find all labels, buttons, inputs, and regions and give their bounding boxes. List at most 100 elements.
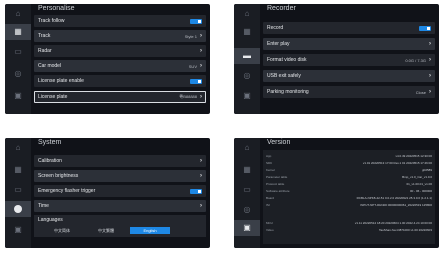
format-disk-row[interactable]: Format video disk 0.0G / 7.3G › [263, 54, 435, 66]
row-label: Time [38, 203, 49, 209]
row-label: Track follow [38, 18, 65, 24]
version-row: Kernel gb6589 [266, 167, 432, 173]
version-key: SDK [266, 161, 273, 165]
sidebar-item-info[interactable]: ▣ [5, 88, 31, 104]
version-value: 00 - 06 - 000000 [409, 189, 432, 193]
language-option-traditional-chinese[interactable]: 中文繁體 [86, 227, 126, 234]
sidebar: ⌂ ▦ ▬ ◎ ▣ [234, 4, 260, 114]
row-label: Radar [38, 48, 52, 54]
row-label: Enter play [267, 41, 290, 47]
emergency-flasher-toggle[interactable] [190, 188, 202, 194]
sidebar-item-settings[interactable]: ● [5, 201, 31, 217]
version-value: RCBLA-NPK8-42-51 0.0.2.0 20220921 25.3.0… [356, 196, 432, 200]
chevron-right-icon: › [200, 173, 202, 179]
settings-icon: ◎ [243, 205, 251, 214]
version-value: v1.01 20220513 17:00 Rev.1 01 20220515 1… [362, 161, 432, 165]
row-value: 粤B88888 [179, 94, 197, 99]
info-icon: ▣ [14, 225, 22, 234]
usb-exit-row[interactable]: USB exit safely › [263, 70, 435, 82]
version-key: Kernel [266, 168, 275, 172]
sidebar: ⌂ ▦ ▭ ● ▣ [5, 138, 31, 248]
sidebar-item-home[interactable]: ⌂ [234, 6, 260, 22]
sidebar-item-camera[interactable]: ▬ [234, 48, 260, 64]
sidebar-item-home[interactable]: ⌂ [5, 140, 31, 156]
sidebar-item-info[interactable]: ▣ [5, 222, 31, 238]
version-value: Bmp_v1.0_Car_v1.0.0 [402, 175, 432, 179]
emergency-flasher-row[interactable]: Emergency flasher trigger [34, 185, 206, 197]
sidebar-item-display[interactable]: ▦ [5, 162, 31, 178]
sidebar-item-camera[interactable]: ▭ [5, 182, 31, 198]
enter-play-row[interactable]: Enter play › [263, 38, 435, 50]
display-icon: ▦ [243, 27, 251, 36]
row-label: Track [38, 33, 51, 39]
license-plate-enable-toggle[interactable] [190, 78, 202, 84]
version-value: gb6589 [421, 168, 432, 172]
sidebar: ⌂ ▦ ▭ ◎ ▣ [5, 4, 31, 114]
car-model-row[interactable]: Car model SUV › [34, 60, 206, 72]
version-value: TaoShan-hsv-D871000 v1.00 20220603 [378, 228, 432, 232]
chevron-right-icon: › [429, 89, 431, 95]
version-key: MCU [266, 221, 273, 225]
camera-icon: ▬ [243, 51, 251, 60]
version-row: Software attribute 00 - 06 - 000000 [266, 188, 432, 194]
chevron-right-icon: › [200, 63, 202, 69]
system-screen: ⌂ ▦ ▭ ● ▣ System Calibration › Screen br… [5, 138, 210, 248]
row-label: License plate [38, 94, 68, 100]
record-toggle[interactable] [419, 25, 431, 31]
sidebar-item-camera[interactable]: ▭ [234, 182, 260, 198]
screen-brightness-row[interactable]: Screen brightness › [34, 170, 206, 182]
sidebar-item-settings[interactable]: ◎ [234, 202, 260, 218]
row-label: Record [267, 25, 284, 31]
sidebar-item-camera[interactable]: ▭ [5, 44, 31, 60]
record-row[interactable]: Record [263, 22, 435, 34]
version-key: App [266, 154, 272, 158]
version-row: Video TaoShan-hsv-D871000 v1.00 20220603 [266, 227, 432, 233]
version-value: v1.11 20220512 18:20 20220604 1.00 2022.… [354, 221, 432, 225]
sidebar-item-home[interactable]: ⌂ [234, 140, 260, 156]
sidebar-item-display[interactable]: ▦ [234, 162, 260, 178]
license-plate-enable-row[interactable]: License plate enable [34, 75, 206, 87]
track-follow-toggle[interactable] [190, 18, 202, 24]
row-label: Calibration [38, 158, 62, 164]
personalise-screen: ⌂ ▦ ▭ ◎ ▣ Personalise Track follow Track… [5, 4, 210, 114]
display-icon: ▦ [14, 165, 22, 174]
parking-monitoring-row[interactable]: Parking monitoring Close › [263, 86, 435, 98]
calibration-row[interactable]: Calibration › [34, 155, 206, 167]
version-screen: ⌂ ▦ ▭ ◎ ▣ Version App v4.0.49 20220515 12… [234, 138, 439, 248]
language-option-simplified-chinese[interactable]: 中文简体 [42, 227, 82, 234]
time-row[interactable]: Time › [34, 200, 206, 212]
track-follow-row[interactable]: Track follow [34, 15, 206, 27]
track-row[interactable]: Track Style 1 › [34, 30, 206, 42]
sidebar-item-settings[interactable]: ◎ [234, 68, 260, 84]
radar-row[interactable]: Radar › [34, 45, 206, 57]
sidebar-item-info[interactable]: ▣ [234, 220, 260, 236]
info-icon: ▣ [243, 223, 251, 232]
sidebar-item-display[interactable]: ▦ [5, 24, 31, 40]
license-plate-row[interactable]: License plate 粤B88888 › [34, 91, 206, 103]
version-key: Board [266, 196, 275, 200]
languages-label: Languages [38, 217, 63, 223]
sidebar: ⌂ ▦ ▭ ◎ ▣ [234, 138, 260, 248]
page-title: Version [267, 139, 291, 146]
row-label: Format video disk [267, 57, 307, 63]
row-label: Emergency flasher trigger [38, 188, 96, 194]
sidebar-item-display[interactable]: ▦ [234, 24, 260, 40]
version-value: INPUT-NPT-002400 00000000061_20220519 12… [360, 203, 432, 207]
sidebar-item-info[interactable]: ▣ [234, 88, 260, 104]
chevron-right-icon: › [200, 94, 202, 100]
version-row: SDK v1.01 20220513 17:00 Rev.1 01 2022051… [266, 160, 432, 166]
sidebar-item-settings[interactable]: ◎ [5, 66, 31, 82]
settings-icon: ◎ [243, 71, 251, 80]
chevron-right-icon: › [429, 57, 431, 63]
chevron-right-icon: › [429, 41, 431, 47]
version-key: Protocol table [266, 182, 285, 186]
chevron-right-icon: › [200, 203, 202, 209]
language-option-english[interactable]: English [130, 227, 170, 234]
sidebar-item-home[interactable]: ⌂ [5, 6, 31, 22]
row-label: License plate enable [38, 78, 84, 84]
home-icon: ⌂ [244, 9, 250, 18]
version-value: v4.0.49 20220515 12:30:00 [395, 154, 432, 158]
version-row: Protocol table 01_v1.00.01_v1.00 [266, 181, 432, 187]
version-value: 01_v1.00.01_v1.00 [406, 182, 432, 186]
version-row: ISI INPUT-NPT-002400 00000000061_20220519… [266, 202, 432, 208]
